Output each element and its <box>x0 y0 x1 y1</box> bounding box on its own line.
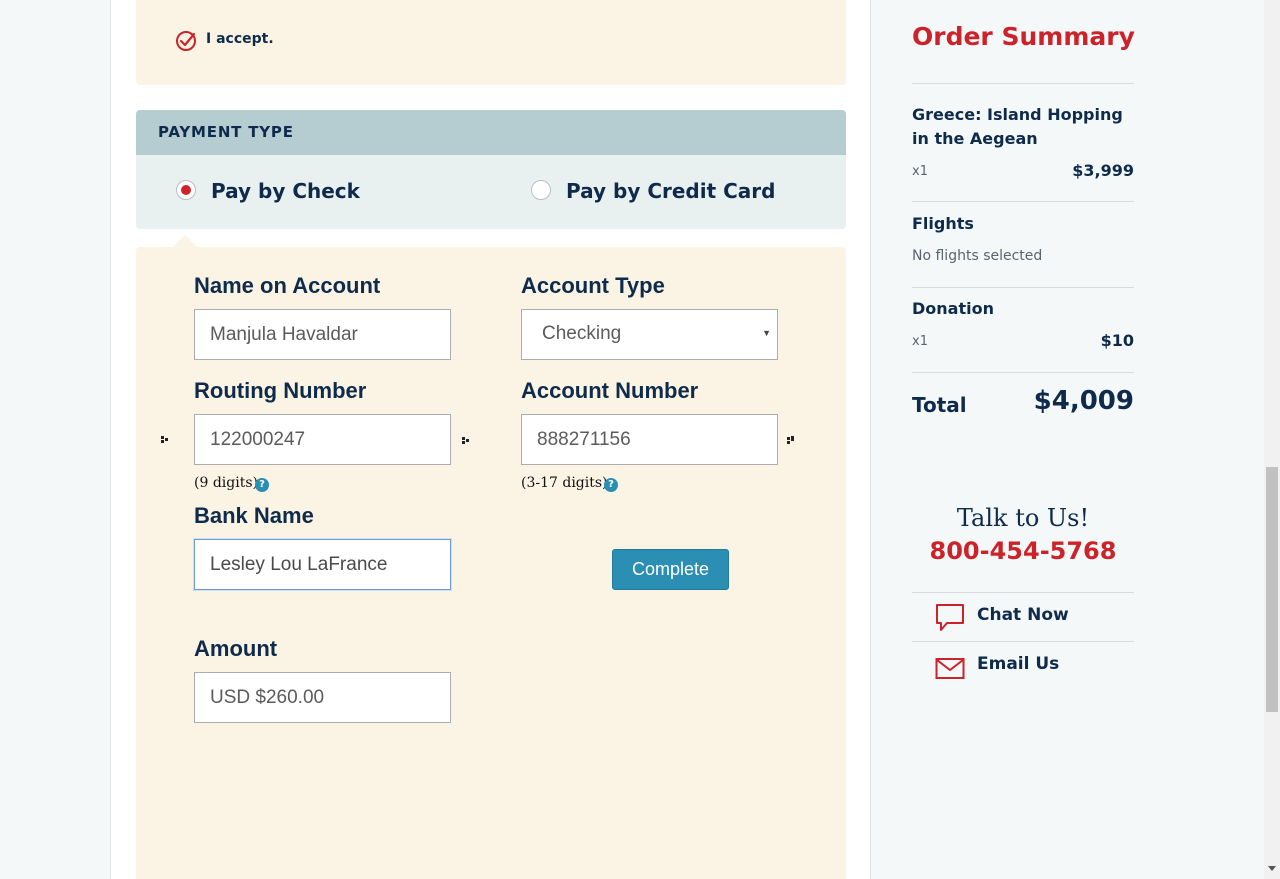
check-circle-icon[interactable] <box>175 30 197 52</box>
trip-name: Greece: Island Hopping in the Aegean <box>912 105 1123 148</box>
envelope-icon[interactable] <box>935 654 965 684</box>
grip-handle-icon <box>161 436 169 444</box>
divider <box>912 372 1134 373</box>
routing-number-label: Routing Number <box>194 378 367 403</box>
chat-bubble-icon[interactable] <box>935 603 965 633</box>
donation-price: $10 <box>1100 331 1134 350</box>
radio-unselected-icon[interactable] <box>531 180 551 200</box>
total-label: Total <box>912 393 967 417</box>
help-icon[interactable]: ? <box>604 478 618 492</box>
pay-by-credit-card-option[interactable]: Pay by Credit Card <box>566 179 775 203</box>
divider <box>912 287 1134 288</box>
scroll-down-arrow-icon[interactable] <box>1268 866 1276 871</box>
accept-label[interactable]: I accept. <box>206 31 274 47</box>
scrollbar-thumb[interactable] <box>1266 467 1278 712</box>
divider <box>912 592 1134 593</box>
account-type-select[interactable]: Checking ▼ <box>521 309 778 360</box>
account-type-label: Account Type <box>521 273 665 298</box>
payment-type-title: PAYMENT TYPE <box>158 123 294 141</box>
phone-number-link[interactable]: 800-454-5768 <box>912 537 1134 565</box>
account-number-input[interactable] <box>521 414 778 465</box>
account-type-value: Checking <box>542 323 622 344</box>
name-on-account-label: Name on Account <box>194 273 381 298</box>
page-scrollbar[interactable] <box>1264 0 1280 879</box>
donation-label: Donation <box>912 299 994 318</box>
name-on-account-input[interactable] <box>194 309 451 360</box>
divider <box>912 83 1134 84</box>
routing-number-hint: (9 digits) <box>194 475 258 491</box>
payment-type-header: PAYMENT TYPE <box>136 110 846 155</box>
order-summary-title: Order Summary <box>912 22 1135 51</box>
pay-by-check-option[interactable]: Pay by Check <box>211 179 360 203</box>
trip-price: $3,999 <box>1072 161 1134 180</box>
divider <box>912 641 1134 642</box>
grip-handle-icon <box>787 436 795 445</box>
talk-to-us-title: Talk to Us! <box>956 504 1090 532</box>
chat-now-link[interactable]: Chat Now <box>977 605 1069 625</box>
flights-label: Flights <box>912 214 974 233</box>
total-value: $4,009 <box>1033 386 1134 416</box>
email-us-link[interactable]: Email Us <box>977 654 1059 674</box>
grip-handle-icon <box>462 437 470 445</box>
amount-label: Amount <box>194 636 278 661</box>
trip-qty: x1 <box>912 164 928 179</box>
flights-note: No flights selected <box>912 248 1043 264</box>
help-icon[interactable]: ? <box>255 478 269 492</box>
bank-name-label: Bank Name <box>194 503 314 528</box>
dropdown-arrow-icon: ▼ <box>762 328 771 338</box>
routing-number-input[interactable] <box>194 414 451 465</box>
complete-button[interactable]: Complete <box>612 549 729 590</box>
amount-input[interactable] <box>194 672 451 723</box>
account-number-hint: (3-17 digits) <box>521 475 608 491</box>
divider <box>912 201 1134 202</box>
account-number-label: Account Number <box>521 378 699 403</box>
bank-name-input[interactable] <box>194 539 451 590</box>
donation-qty: x1 <box>912 334 928 349</box>
radio-selected-icon[interactable] <box>176 180 196 200</box>
